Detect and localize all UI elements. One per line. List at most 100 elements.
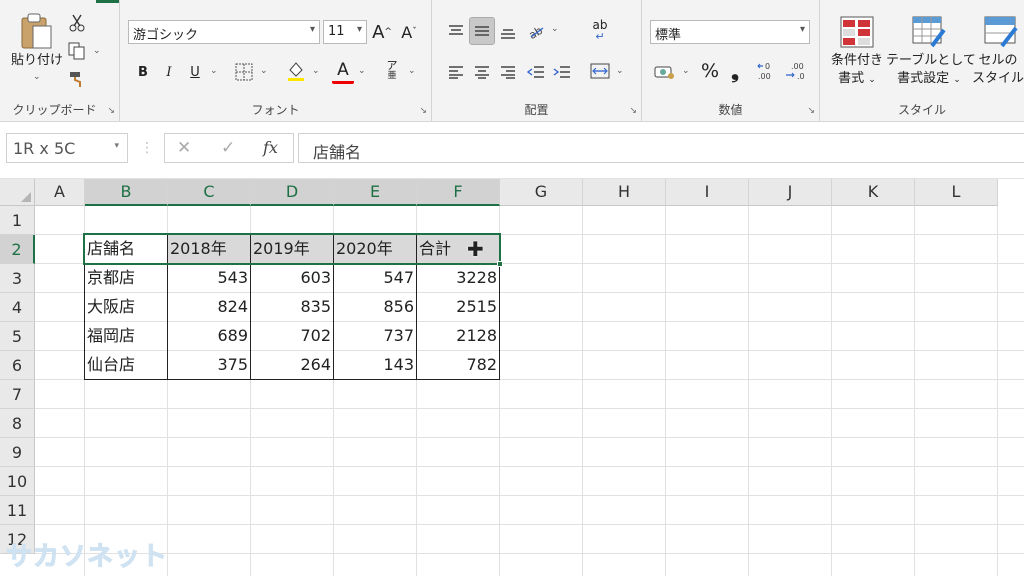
column-header[interactable]: K: [832, 179, 915, 206]
currency-icon[interactable]: [652, 60, 678, 84]
merge-dropdown-icon[interactable]: ⌄: [616, 66, 624, 76]
increase-decimal-icon[interactable]: 0.00: [756, 58, 780, 84]
table-cell[interactable]: 2128: [417, 322, 499, 350]
font-size-select[interactable]: 11 ▾: [323, 20, 367, 44]
align-center-icon[interactable]: [470, 60, 494, 84]
align-middle-icon[interactable]: [469, 17, 495, 45]
number-format-select[interactable]: 標準 ▾: [650, 20, 810, 44]
font-color-button[interactable]: A: [332, 58, 354, 84]
column-header[interactable]: G: [500, 179, 583, 206]
row-header[interactable]: 3: [0, 264, 35, 293]
table-cell[interactable]: 福岡店: [85, 322, 167, 350]
enter-icon[interactable]: ✓: [221, 138, 235, 158]
align-left-icon[interactable]: [444, 60, 468, 84]
underline-button[interactable]: U: [184, 60, 206, 84]
borders-dropdown-icon[interactable]: ⌄: [260, 66, 268, 76]
table-cell[interactable]: 547: [334, 264, 416, 292]
table-cell[interactable]: 2515: [417, 293, 499, 321]
font-color-dropdown-icon[interactable]: ⌄: [358, 66, 366, 76]
font-launcher-icon[interactable]: ↘: [419, 106, 427, 116]
fill-handle[interactable]: [497, 261, 503, 267]
row-header[interactable]: 8: [0, 409, 35, 438]
italic-button[interactable]: I: [158, 60, 180, 84]
table-cell[interactable]: 824: [168, 293, 250, 321]
decrease-decimal-icon[interactable]: .00.0: [784, 58, 808, 84]
column-header[interactable]: H: [583, 179, 666, 206]
percent-button[interactable]: %: [698, 58, 722, 84]
format-painter-icon[interactable]: [66, 68, 88, 90]
underline-dropdown-icon[interactable]: ⌄: [210, 66, 218, 76]
table-cell[interactable]: 143: [334, 351, 416, 379]
shrink-font-button[interactable]: Aˇ: [398, 20, 420, 44]
table-cell[interactable]: 689: [168, 322, 250, 350]
increase-indent-icon[interactable]: [550, 60, 574, 84]
conditional-formatting-icon[interactable]: [838, 14, 876, 50]
currency-dropdown-icon[interactable]: ⌄: [682, 66, 690, 76]
column-header[interactable]: J: [749, 179, 832, 206]
table-cell[interactable]: 835: [251, 293, 333, 321]
column-header[interactable]: D: [251, 179, 334, 206]
table-cell[interactable]: 京都店: [85, 264, 167, 292]
insert-function-icon[interactable]: fx: [263, 138, 278, 157]
table-header-cell[interactable]: 2019年: [251, 235, 333, 263]
row-header[interactable]: 11: [0, 496, 35, 525]
row-header[interactable]: 10: [0, 467, 35, 496]
borders-icon[interactable]: [232, 60, 256, 84]
formula-input[interactable]: 店舗名: [298, 133, 1024, 163]
copy-icon[interactable]: [66, 40, 88, 62]
table-cell[interactable]: 大阪店: [85, 293, 167, 321]
row-header[interactable]: 6: [0, 351, 35, 380]
formula-bar-grip-icon[interactable]: ⋮: [140, 140, 154, 156]
align-top-icon[interactable]: [444, 18, 468, 44]
cell-styles-icon[interactable]: [982, 14, 1020, 50]
table-cell[interactable]: 375: [168, 351, 250, 379]
orientation-dropdown-icon[interactable]: ⌄: [551, 24, 559, 34]
table-cell[interactable]: 603: [251, 264, 333, 292]
bold-button[interactable]: B: [132, 60, 154, 84]
column-header[interactable]: F: [417, 179, 500, 206]
paste-button-label[interactable]: 貼り付け: [8, 52, 66, 70]
table-cell[interactable]: 856: [334, 293, 416, 321]
paste-dropdown-icon[interactable]: ⌄: [33, 72, 41, 82]
clipboard-launcher-icon[interactable]: ↘: [107, 106, 115, 116]
paste-icon[interactable]: [14, 10, 60, 54]
table-header-cell[interactable]: 合計: [417, 235, 499, 263]
phonetic-button[interactable]: ア亜: [382, 58, 402, 84]
align-bottom-icon[interactable]: [496, 20, 520, 46]
orientation-icon[interactable]: ab: [524, 18, 548, 44]
table-cell[interactable]: 264: [251, 351, 333, 379]
alignment-launcher-icon[interactable]: ↘: [629, 106, 637, 116]
format-as-table-icon[interactable]: [910, 14, 948, 50]
cancel-icon[interactable]: ✕: [177, 138, 191, 158]
copy-dropdown-icon[interactable]: ⌄: [93, 46, 101, 56]
fill-color-icon[interactable]: [284, 58, 308, 84]
row-header[interactable]: 1: [0, 206, 35, 235]
select-all-button[interactable]: [0, 179, 35, 206]
cell-styles-label[interactable]: セルの スタイル: [968, 52, 1024, 88]
column-header[interactable]: A: [35, 179, 85, 206]
table-cell[interactable]: 仙台店: [85, 351, 167, 379]
table-cell[interactable]: 782: [417, 351, 499, 379]
format-as-table-label[interactable]: テーブルとして 書式設定 ⌄: [886, 52, 976, 89]
row-header[interactable]: 9: [0, 438, 35, 467]
wrap-text-button[interactable]: ab ↵: [588, 18, 612, 44]
number-launcher-icon[interactable]: ↘: [807, 106, 815, 116]
table-cell[interactable]: 3228: [417, 264, 499, 292]
cut-icon[interactable]: [66, 12, 88, 34]
row-header[interactable]: 4: [0, 293, 35, 322]
comma-button[interactable]: ❟: [726, 58, 744, 84]
grow-font-button[interactable]: A ^: [371, 20, 393, 44]
conditional-formatting-label[interactable]: 条件付き 書式 ⌄: [826, 52, 888, 89]
table-header-cell[interactable]: 店舗名: [85, 235, 167, 263]
row-header[interactable]: 5: [0, 322, 35, 351]
table-cell[interactable]: 737: [334, 322, 416, 350]
font-name-select[interactable]: 游ゴシック ▾: [128, 20, 320, 44]
table-cell[interactable]: 702: [251, 322, 333, 350]
decrease-indent-icon[interactable]: [524, 60, 548, 84]
table-header-cell[interactable]: 2018年: [168, 235, 250, 263]
column-header[interactable]: L: [915, 179, 998, 206]
row-header[interactable]: 2: [0, 235, 35, 264]
align-right-icon[interactable]: [496, 60, 520, 84]
merge-center-icon[interactable]: [588, 58, 612, 84]
column-header[interactable]: E: [334, 179, 417, 206]
